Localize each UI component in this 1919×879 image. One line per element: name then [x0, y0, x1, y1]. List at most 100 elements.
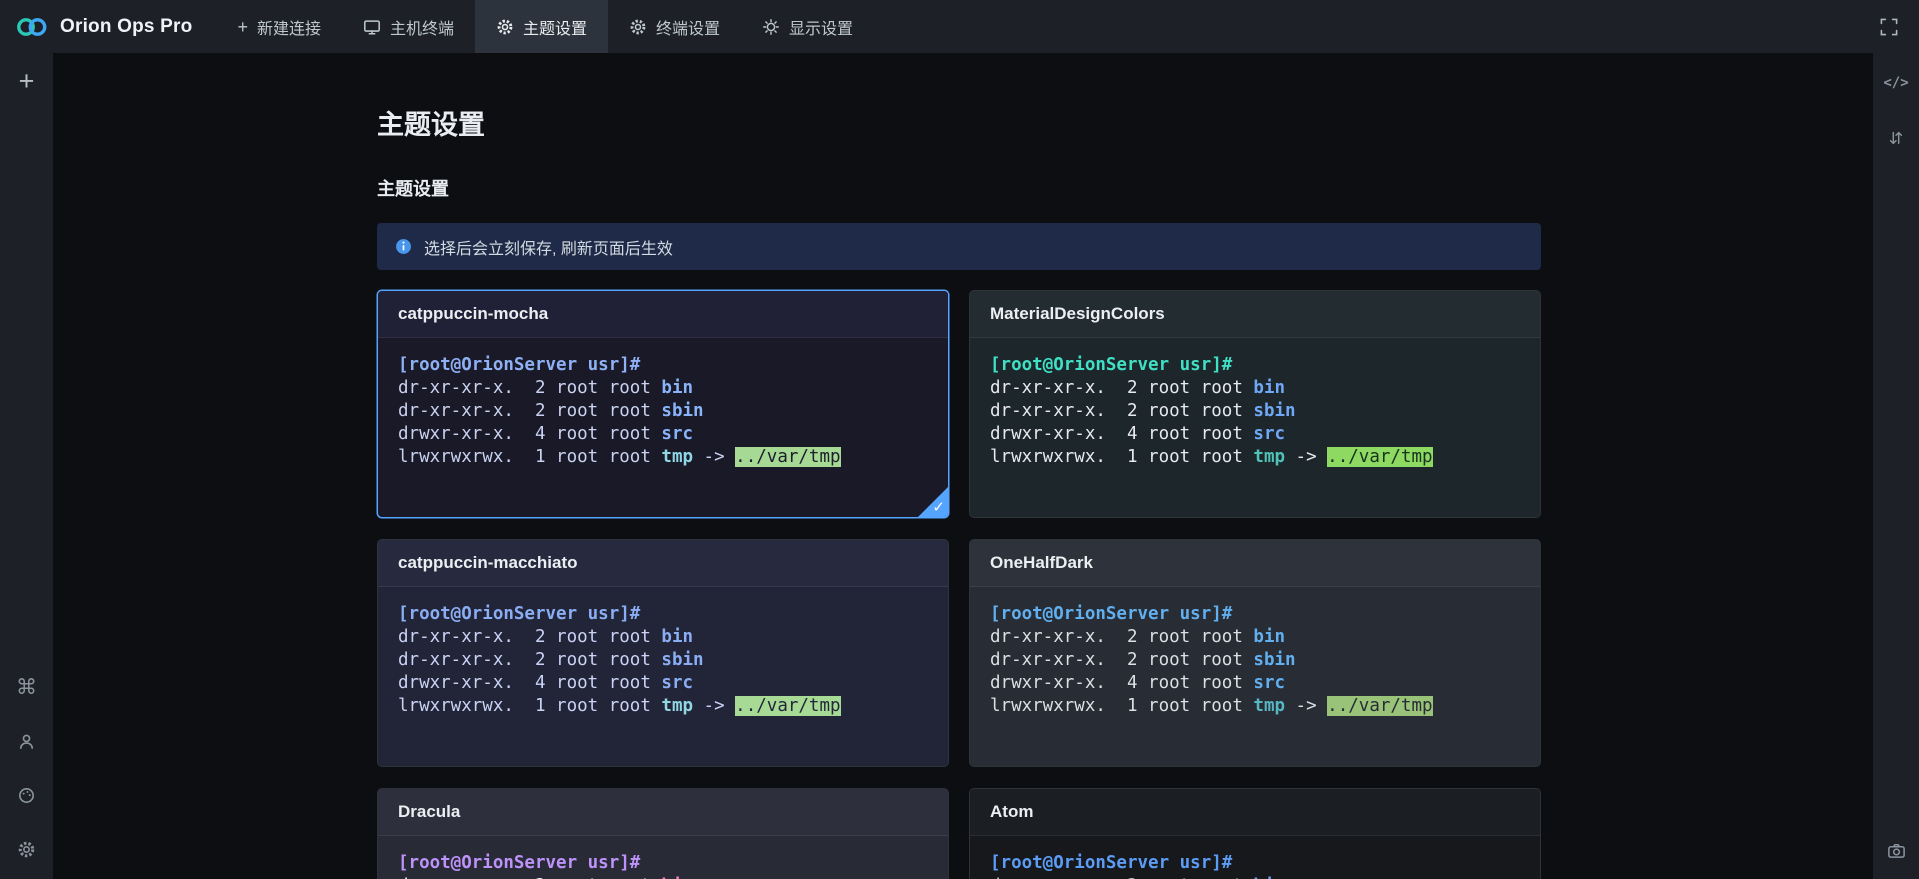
symlink-name: tmp	[661, 696, 693, 716]
fullscreen-button[interactable]	[1859, 0, 1919, 53]
terminal-line: dr-xr-xr-x. 2 root root bin	[990, 626, 1520, 649]
directory-name: bin	[661, 627, 693, 647]
terminal-line: dr-xr-xr-x. 2 root root bin	[990, 875, 1520, 879]
gear-icon	[17, 840, 36, 859]
section-title: 主题设置	[377, 175, 1541, 201]
terminal-line: dr-xr-xr-x. 2 root root bin	[398, 377, 928, 400]
settings-button[interactable]	[12, 834, 42, 864]
nav-item-host-terminal[interactable]: 主机终端	[342, 0, 475, 53]
theme-name: OneHalfDark	[990, 553, 1093, 573]
plus-icon: +	[237, 18, 248, 36]
terminal-preview: [root@OrionServer usr]# dr-xr-xr-x. 2 roo…	[378, 836, 948, 879]
symlink-target: ../var/tmp	[735, 696, 840, 716]
terminal-line: dr-xr-xr-x. 2 root root sbin	[398, 400, 928, 423]
symlink-name: tmp	[661, 447, 693, 467]
terminal-preview: [root@OrionServer usr]#dr-xr-xr-x. 2 roo…	[970, 338, 1540, 517]
directory-name: sbin	[1253, 650, 1295, 670]
symlink-name: tmp	[1253, 696, 1285, 716]
fullscreen-icon	[1879, 17, 1899, 37]
terminal-prompt-line: [root@OrionServer usr]#	[990, 852, 1520, 875]
info-icon	[395, 238, 412, 255]
symlink-target: ../var/tmp	[1327, 447, 1432, 467]
display-icon	[762, 18, 780, 36]
main-content: 主题设置 主题设置 选择后会立刻保存, 刷新页面后生效 catppuccin-m…	[53, 53, 1873, 879]
theme-card[interactable]: OneHalfDark [root@OrionServer usr]#dr-xr…	[969, 539, 1541, 767]
add-connection-button[interactable]: +	[12, 66, 42, 96]
top-navigation-bar: Orion Ops Pro + 新建连接 主机终端 主题设置 终端设置 显示设置	[0, 0, 1919, 53]
app-shell: + ⌘ 主题设置	[0, 53, 1919, 879]
terminal-line: dr-xr-xr-x. 2 root root sbin	[398, 649, 928, 672]
camera-icon	[1887, 841, 1906, 860]
terminal-line: drwxr-xr-x. 4 root root src	[990, 672, 1520, 695]
plus-icon: +	[19, 68, 35, 95]
symlink-target: ../var/tmp	[1327, 696, 1432, 716]
directory-name: src	[1253, 424, 1285, 444]
terminal-prompt-line: [root@OrionServer usr]#	[990, 603, 1520, 626]
directory-name: bin	[661, 378, 693, 398]
theme-card[interactable]: catppuccin-mocha [root@OrionServer usr]#…	[377, 290, 949, 518]
directory-name: bin	[1253, 378, 1285, 398]
theme-card-header: OneHalfDark	[970, 540, 1540, 587]
topbar-spacer	[874, 0, 1859, 53]
terminal-preview: [root@OrionServer usr]#dr-xr-xr-x. 2 roo…	[378, 338, 948, 517]
terminal-line: drwxr-xr-x. 4 root root src	[398, 672, 928, 695]
gear-icon	[629, 18, 647, 36]
screenshot-button[interactable]	[1881, 835, 1911, 865]
nav-item-label: 显示设置	[789, 15, 853, 39]
command-button[interactable]: ⌘	[12, 672, 42, 702]
theme-name: Dracula	[398, 802, 460, 822]
nav-item-terminal-settings[interactable]: 终端设置	[608, 0, 741, 53]
terminal-line: lrwxrwxrwx. 1 root root tmp -> ../var/tm…	[398, 446, 928, 469]
nav-item-theme-settings[interactable]: 主题设置	[475, 0, 608, 53]
terminal-prompt: [root@OrionServer usr]#	[398, 853, 640, 873]
nav-item-label: 终端设置	[656, 15, 720, 39]
theme-card[interactable]: catppuccin-macchiato [root@OrionServer u…	[377, 539, 949, 767]
theme-card-header: catppuccin-macchiato	[378, 540, 948, 587]
directory-name: bin	[1253, 627, 1285, 647]
terminal-prompt: [root@OrionServer usr]#	[398, 604, 640, 624]
terminal-prompt: [root@OrionServer usr]#	[990, 355, 1232, 375]
nav-item-display-settings[interactable]: 显示设置	[741, 0, 874, 53]
terminal-line: dr-xr-xr-x. 2 root root bin	[398, 875, 928, 879]
sort-arrows-icon	[1887, 129, 1905, 147]
theme-card[interactable]: Dracula [root@OrionServer usr]# dr-xr-xr-…	[377, 788, 949, 879]
terminal-line: dr-xr-xr-x. 2 root root sbin	[990, 649, 1520, 672]
terminal-preview: [root@OrionServer usr]#dr-xr-xr-x. 2 roo…	[378, 587, 948, 766]
terminal-line: lrwxrwxrwx. 1 root root tmp -> ../var/tm…	[990, 695, 1520, 718]
info-alert: 选择后会立刻保存, 刷新页面后生效	[377, 223, 1541, 270]
command-icon: ⌘	[16, 677, 37, 698]
app-title: Orion Ops Pro	[60, 16, 192, 38]
nav-item-label: 主机终端	[390, 15, 454, 39]
terminal-line: dr-xr-xr-x. 2 root root bin	[398, 626, 928, 649]
theme-card[interactable]: Atom [root@OrionServer usr]#dr-xr-xr-x. …	[969, 788, 1541, 879]
theme-name: MaterialDesignColors	[990, 304, 1165, 324]
terminal-line: drwxr-xr-x. 4 root root src	[398, 423, 928, 446]
user-icon	[17, 732, 36, 751]
left-sidebar: + ⌘	[0, 53, 53, 879]
terminal-prompt-line: [root@OrionServer usr]#	[398, 852, 928, 875]
theme-card[interactable]: MaterialDesignColors [root@OrionServer u…	[969, 290, 1541, 518]
terminal-line: dr-xr-xr-x. 2 root root bin	[990, 377, 1520, 400]
terminal-line: drwxr-xr-x. 4 root root src	[990, 423, 1520, 446]
app-logo-icon	[15, 15, 49, 39]
directory-name: src	[661, 673, 693, 693]
app-brand: Orion Ops Pro	[0, 0, 216, 53]
sort-button[interactable]	[1881, 123, 1911, 153]
terminal-prompt-line: [root@OrionServer usr]#	[398, 603, 928, 626]
palette-icon	[17, 786, 36, 805]
terminal-line: lrwxrwxrwx. 1 root root tmp -> ../var/tm…	[990, 446, 1520, 469]
code-view-button[interactable]: </>	[1881, 68, 1911, 98]
theme-cards-grid: catppuccin-mocha [root@OrionServer usr]#…	[377, 290, 1541, 879]
user-button[interactable]	[12, 726, 42, 756]
terminal-line: dr-xr-xr-x. 2 root root sbin	[990, 400, 1520, 423]
nav-item-label: 主题设置	[523, 15, 587, 39]
directory-name: src	[661, 424, 693, 444]
theme-card-header: Dracula	[378, 789, 948, 836]
info-alert-text: 选择后会立刻保存, 刷新页面后生效	[424, 235, 673, 259]
theme-card-header: Atom	[970, 789, 1540, 836]
code-icon: </>	[1883, 75, 1908, 91]
selected-check-icon: ✓	[932, 498, 945, 516]
nav-item-new-connection[interactable]: + 新建连接	[216, 0, 342, 53]
theme-button[interactable]	[12, 780, 42, 810]
symlink-target: ../var/tmp	[735, 447, 840, 467]
